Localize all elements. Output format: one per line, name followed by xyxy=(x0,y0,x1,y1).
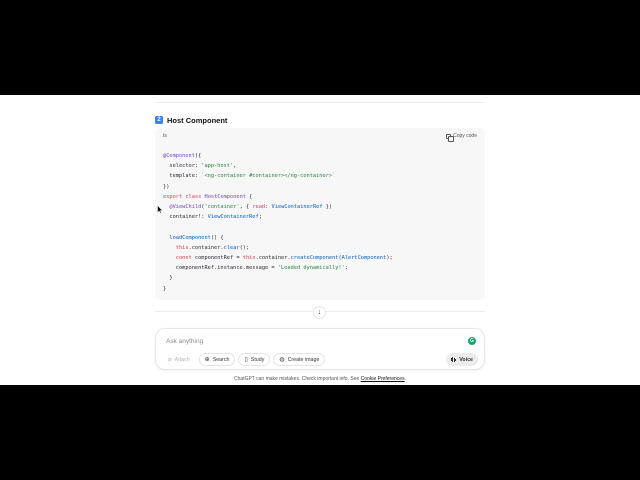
image-icon: ◍ xyxy=(279,356,285,363)
code-token: 'app-host' xyxy=(201,163,234,170)
code-token: 'container' xyxy=(204,204,240,211)
code-token: AlertComponent xyxy=(341,255,387,262)
voice-button[interactable]: Voice xyxy=(446,353,478,366)
code-token: this xyxy=(175,244,189,251)
cookie-preferences-link[interactable]: Cookie Preferences xyxy=(361,376,405,382)
number-badge: 2 xyxy=(155,116,163,124)
code-line: @Component({ xyxy=(163,151,393,161)
code-token: , xyxy=(233,163,237,170)
code-token: loadComponent xyxy=(169,234,211,241)
message-composer: G ⌀Attach⊕Search▯Study◍Create image Voic… xyxy=(155,328,485,370)
code-token: ViewContainerRef xyxy=(207,214,259,221)
study-label: Study xyxy=(250,356,265,363)
code-token: class xyxy=(185,193,202,200)
code-token: export xyxy=(163,193,183,200)
voice-label: Voice xyxy=(459,356,473,363)
message-input[interactable] xyxy=(166,336,446,346)
copy-code-label: Copy code xyxy=(453,133,477,139)
code-line: this.container.clear(); xyxy=(163,243,393,253)
code-token: ); xyxy=(386,255,393,262)
chat-screen: 2 Host Component ts Copy code @Component… xyxy=(0,95,640,385)
create-image-button[interactable]: ◍ Create image xyxy=(273,353,326,366)
code-content[interactable]: @Component({ selector: 'app-host', templ… xyxy=(163,151,393,294)
code-line: } xyxy=(163,273,393,283)
study-button[interactable]: ▯ Study xyxy=(238,353,271,366)
code-token: clear xyxy=(223,244,240,251)
code-token: }) xyxy=(322,204,333,211)
attach-label: Attach xyxy=(174,356,190,363)
code-block: ts Copy code @Component({ selector: 'app… xyxy=(155,128,485,300)
code-token: .container. xyxy=(188,244,224,251)
code-line: selector: 'app-host', xyxy=(163,161,393,171)
code-token: const xyxy=(175,255,192,262)
code-token: read xyxy=(252,204,266,211)
code-token: (); xyxy=(239,244,250,251)
code-token: , { xyxy=(239,204,253,211)
code-token: { xyxy=(245,193,253,200)
grammarly-icon[interactable]: G xyxy=(468,337,476,345)
code-token: .container. xyxy=(255,255,291,262)
code-token: componentRef.instance.message = xyxy=(163,265,278,272)
attach-button[interactable]: ⌀ Attach xyxy=(162,353,196,366)
code-token: @Component xyxy=(163,153,195,159)
copy-icon xyxy=(446,133,455,142)
code-token: @ViewChild xyxy=(169,204,202,211)
paperclip-icon: ⌀ xyxy=(168,356,172,363)
code-token: createComponent xyxy=(290,255,339,262)
code-token: HostComponent xyxy=(204,193,246,200)
copy-code-button[interactable]: Copy code xyxy=(446,132,477,142)
code-line: componentRef.instance.message = 'Loaded … xyxy=(163,263,393,273)
disclaimer-text: ChatGPT can make mistakes. Check importa… xyxy=(234,376,361,382)
code-language-label: ts xyxy=(163,133,167,139)
code-line: container!: ViewContainerRef; xyxy=(163,212,393,222)
code-token: selector: xyxy=(163,163,202,170)
code-token: ; xyxy=(258,214,262,221)
code-token: () { xyxy=(210,234,224,241)
code-line: loadComponent() { xyxy=(163,233,393,243)
search-button[interactable]: ⊕ Search xyxy=(198,353,236,366)
scroll-down-button[interactable]: ↓ xyxy=(313,306,326,319)
section-title: Host Component xyxy=(167,115,228,125)
code-token: } xyxy=(163,285,167,292)
divider xyxy=(155,102,485,103)
code-token: ViewContainerRef xyxy=(271,204,323,211)
composer-tools: ⌀ Attach ⊕ Search ▯ Study ◍ Create image xyxy=(162,353,326,366)
search-label: Search xyxy=(212,356,230,363)
section-heading: 2 Host Component xyxy=(155,114,227,126)
code-token: }) xyxy=(163,183,170,190)
code-line: } xyxy=(163,284,393,294)
code-line: @ViewChild('container', { read: ViewCont… xyxy=(163,202,393,212)
book-icon: ▯ xyxy=(244,356,248,363)
arrow-down-icon: ↓ xyxy=(317,309,322,316)
code-token: } xyxy=(163,275,173,282)
code-token: 'Loaded dynamically!' xyxy=(277,265,345,272)
code-token: container!: xyxy=(163,214,208,221)
code-line: const componentRef = this.container.crea… xyxy=(163,253,393,263)
disclaimer-footer: ChatGPT can make mistakes. Check importa… xyxy=(0,376,640,382)
code-line: template: `<ng-container #container></ng… xyxy=(163,171,393,181)
globe-icon: ⊕ xyxy=(204,356,210,363)
code-token: `<ng-container #container></ng-container… xyxy=(201,173,336,180)
create-image-label: Create image xyxy=(287,356,320,363)
waveform-icon xyxy=(451,357,457,362)
disclaimer-end: . xyxy=(404,376,406,382)
code-token: ; xyxy=(344,265,348,272)
code-token: this xyxy=(242,255,256,262)
code-token: componentRef = xyxy=(191,255,243,262)
code-line: export class HostComponent { xyxy=(163,192,393,202)
mouse-cursor-icon xyxy=(157,205,163,214)
code-token: ({ xyxy=(194,153,202,159)
code-token: template: xyxy=(163,173,202,180)
code-line: }) xyxy=(163,182,393,192)
